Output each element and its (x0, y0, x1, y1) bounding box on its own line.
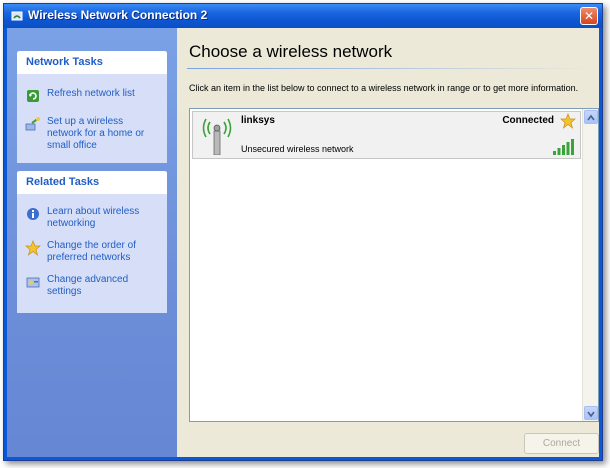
page-title: Choose a wireless network (189, 42, 393, 61)
heading-divider (187, 68, 593, 69)
preferred-network-star-icon (560, 113, 576, 129)
learn-wireless-networking-label: Learn about wireless networking (47, 206, 140, 229)
wireless-antenna-icon (202, 118, 232, 155)
refresh-network-list-link[interactable]: Refresh network list (17, 88, 167, 102)
connect-button[interactable]: Connect (524, 433, 599, 454)
change-network-order-link[interactable]: Change the order of preferred networks (17, 240, 167, 264)
vertical-scrollbar[interactable] (582, 109, 598, 421)
task-sidebar: Network Tasks Refresh network list Set u… (7, 28, 177, 457)
network-list-item[interactable]: linksys Connected Unsecured wireless net… (192, 111, 581, 159)
change-advanced-settings-label: Change advanced settings (47, 274, 129, 297)
network-security-label: Unsecured wireless network (241, 144, 354, 154)
change-advanced-settings-link[interactable]: Change advanced settings (17, 274, 167, 298)
scroll-down-button[interactable] (584, 406, 598, 420)
network-tasks-header[interactable]: Network Tasks (17, 51, 167, 74)
close-button[interactable]: ✕ (580, 7, 598, 25)
refresh-icon (27, 90, 39, 102)
wireless-network-window: Wireless Network Connection 2 ✕ Network … (3, 3, 603, 461)
scroll-up-button[interactable] (584, 110, 598, 124)
instruction-text: Click an item in the list below to conne… (189, 83, 579, 93)
network-tasks-panel: Network Tasks Refresh network list Set u… (17, 51, 167, 163)
title-bar[interactable]: Wireless Network Connection 2 ✕ (4, 4, 602, 28)
chevron-down-icon (587, 411, 595, 418)
setup-network-icon (25, 117, 40, 131)
network-name: linksys (241, 115, 275, 126)
setup-wireless-network-label: Set up a wireless network for a home or … (47, 116, 145, 151)
chevron-up-icon (587, 114, 595, 121)
network-list[interactable]: linksys Connected Unsecured wireless net… (189, 108, 599, 422)
setup-wireless-network-link[interactable]: Set up a wireless network for a home or … (17, 116, 167, 152)
wireless-network-icon (11, 11, 23, 21)
related-tasks-panel: Related Tasks Learn about wireless netwo… (17, 171, 167, 313)
refresh-network-list-label: Refresh network list (47, 88, 135, 99)
settings-icon (26, 277, 40, 288)
star-icon (25, 240, 41, 256)
window-title: Wireless Network Connection 2 (28, 8, 208, 22)
connection-status: Connected (502, 115, 554, 126)
learn-wireless-networking-link[interactable]: Learn about wireless networking (17, 206, 167, 230)
related-tasks-header[interactable]: Related Tasks (17, 171, 167, 194)
window-client-area: Network Tasks Refresh network list Set u… (7, 28, 599, 457)
signal-strength-icon (553, 139, 574, 155)
info-icon (27, 208, 39, 220)
change-network-order-label: Change the order of preferred networks (47, 240, 136, 263)
main-content: Choose a wireless network Click an item … (177, 28, 599, 457)
